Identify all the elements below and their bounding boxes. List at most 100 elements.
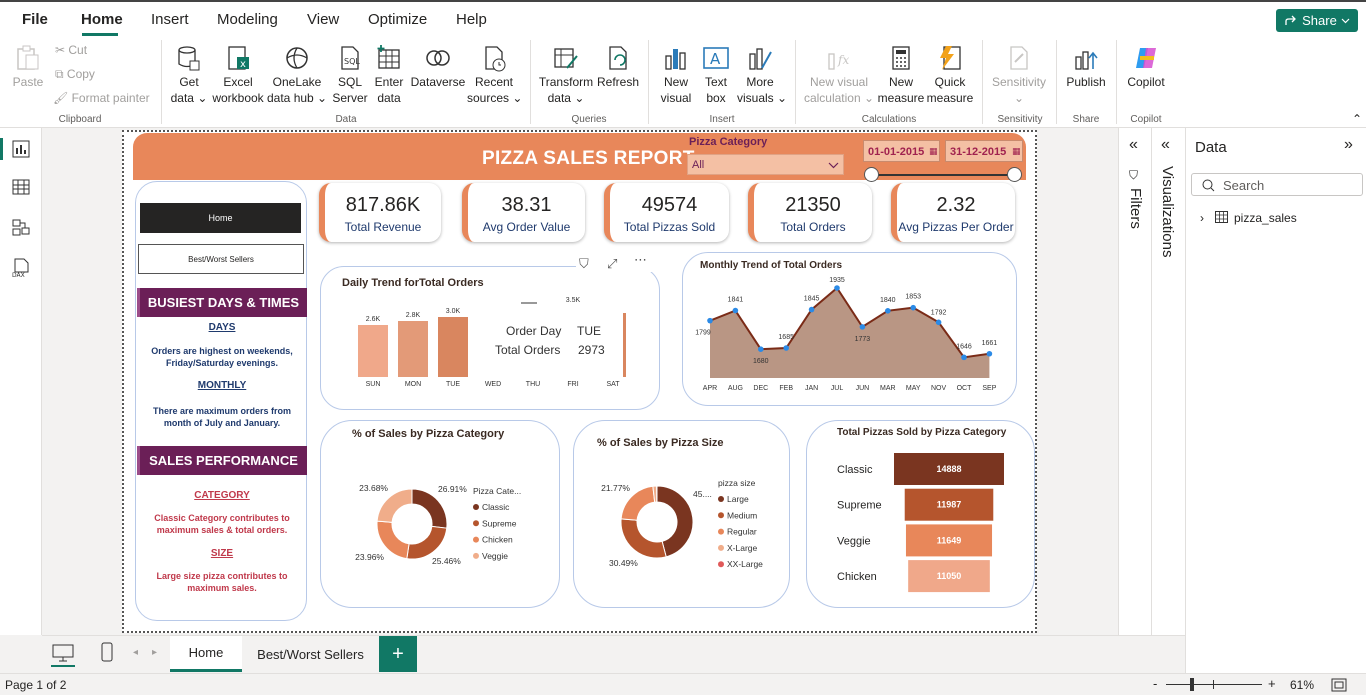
more-visuals-button[interactable]: More visuals ⌄ bbox=[737, 44, 787, 106]
more-options-icon[interactable]: ⋯ bbox=[634, 252, 647, 268]
new-visual-calculation-button[interactable]: fx New visual calculation ⌄ bbox=[803, 44, 875, 106]
kpi-value: 38.31 bbox=[501, 194, 552, 216]
expand-icon[interactable]: « bbox=[1129, 136, 1138, 154]
desktop-layout-icon[interactable] bbox=[52, 644, 74, 662]
new-visual-label-2: visual bbox=[660, 91, 692, 105]
calendar-icon[interactable]: ▦ bbox=[1012, 146, 1021, 157]
nav-home-button[interactable]: Home bbox=[140, 203, 301, 233]
enter-data-button[interactable]: Enter data bbox=[372, 44, 406, 106]
tab-best-worst-sellers[interactable]: Best/Worst Sellers bbox=[244, 636, 377, 672]
quick-measure-button[interactable]: Quick measure bbox=[926, 44, 974, 106]
excel-workbook-button[interactable]: x Excel workbook bbox=[211, 44, 265, 106]
scroll-left-icon[interactable]: ◂ bbox=[133, 647, 138, 658]
point-label: 1841 bbox=[728, 297, 744, 304]
calendar-icon[interactable]: ▦ bbox=[929, 146, 938, 157]
dataverse-button[interactable]: Dataverse bbox=[410, 44, 466, 90]
zoom-out-button[interactable]: - bbox=[1153, 676, 1157, 691]
model-view-icon[interactable] bbox=[12, 218, 30, 236]
excel-label-2: workbook bbox=[212, 91, 264, 105]
refresh-button[interactable]: Refresh bbox=[597, 44, 639, 90]
paste-button[interactable]: Paste bbox=[12, 44, 44, 90]
date-start-input[interactable]: 01-01-2015 ▦ bbox=[863, 140, 940, 162]
filter-icon[interactable]: ⛉ bbox=[579, 256, 589, 272]
data-point bbox=[808, 306, 815, 313]
menu-file[interactable]: File bbox=[22, 11, 48, 28]
bar-data-label: 2.6K bbox=[366, 316, 381, 323]
menu-optimize[interactable]: Optimize bbox=[368, 11, 427, 28]
cut-button[interactable]: ✂ Cut bbox=[55, 43, 87, 57]
mobile-layout-icon[interactable] bbox=[101, 642, 113, 662]
recent-sources-icon bbox=[485, 46, 506, 72]
x-tick-label: SAT bbox=[606, 381, 620, 388]
dax-query-view-icon[interactable]: DAX bbox=[12, 258, 30, 278]
kpi-total-pizzas-sold: 49574 Total Pizzas Sold bbox=[604, 183, 729, 242]
group-label-queries: Queries bbox=[571, 114, 607, 125]
point-label: 1935 bbox=[829, 277, 845, 284]
share-button[interactable]: Share bbox=[1276, 9, 1358, 32]
size-slice-medium bbox=[620, 518, 667, 559]
format-painter-button[interactable]: 🖌 Format painter bbox=[53, 91, 150, 105]
sql-server-button[interactable]: SQL SQL Server bbox=[331, 44, 369, 106]
sql-server-icon: SQL bbox=[341, 46, 360, 70]
new-measure-button[interactable]: New measure bbox=[877, 44, 925, 106]
legend-item: Medium bbox=[727, 510, 757, 520]
daily-trend-title: Daily Trend forTotal Orders bbox=[342, 277, 484, 289]
table-view-icon[interactable] bbox=[12, 178, 30, 196]
category-slice-classic bbox=[411, 488, 448, 529]
date-end-input[interactable]: 31-12-2015 ▦ bbox=[945, 140, 1023, 162]
copilot-button[interactable]: Copilot bbox=[1124, 44, 1168, 90]
new-visual-button[interactable]: New visual bbox=[657, 44, 695, 106]
date-range-end-handle[interactable] bbox=[1007, 167, 1022, 182]
copy-button[interactable]: ⧉ Copy bbox=[55, 67, 95, 82]
category-pie-chart: 26.91% 25.46% 23.96% 23.68% Pizza Cate... Cla… bbox=[355, 483, 521, 566]
share-label: Share bbox=[1302, 13, 1337, 28]
menu-modeling[interactable]: Modeling bbox=[217, 11, 278, 28]
sensitivity-button[interactable]: Sensitivity ⌄ bbox=[989, 44, 1049, 106]
expand-icon[interactable]: « bbox=[1161, 136, 1170, 154]
legend-item: Chicken bbox=[482, 535, 513, 545]
menu-insert[interactable]: Insert bbox=[151, 11, 189, 28]
transform-data-button[interactable]: Transform data ⌄ bbox=[537, 44, 595, 106]
recent-sources-button[interactable]: Recent sources ⌄ bbox=[467, 44, 522, 106]
onelake-button[interactable]: OneLake data hub ⌄ bbox=[267, 44, 327, 106]
pizza-category-slicer[interactable]: All bbox=[687, 154, 844, 175]
chevron-right-icon[interactable]: › bbox=[1200, 211, 1204, 225]
nav-best-worst-sellers-button[interactable]: Best/Worst Sellers bbox=[138, 244, 304, 274]
text-box-label: Text bbox=[704, 75, 727, 89]
enter-data-label: Enter bbox=[374, 75, 404, 89]
svg-text:A: A bbox=[710, 50, 721, 68]
get-data-button[interactable]: Get data ⌄ bbox=[170, 44, 208, 106]
menu-help[interactable]: Help bbox=[456, 11, 487, 28]
visual-calc-label-2: calculation bbox=[803, 91, 861, 105]
pizzas-by-category-title: Total Pizzas Sold by Pizza Category bbox=[837, 427, 1007, 438]
zoom-slider-handle[interactable] bbox=[1190, 678, 1194, 691]
collapse-icon[interactable]: » bbox=[1344, 136, 1353, 154]
collapse-ribbon-icon[interactable]: ⌃ bbox=[1352, 112, 1362, 126]
size-label: SIZE bbox=[210, 548, 234, 559]
data-point bbox=[834, 285, 840, 291]
menu-view[interactable]: View bbox=[307, 11, 339, 28]
visualizations-pane-collapsed[interactable]: « Visualizations bbox=[1151, 128, 1185, 635]
filters-pane-collapsed[interactable]: « ⛉ Filters bbox=[1118, 128, 1151, 635]
ribbon-separator bbox=[1116, 40, 1117, 124]
focus-mode-icon[interactable]: ⤢ bbox=[607, 256, 617, 272]
publish-button[interactable]: Publish bbox=[1063, 44, 1109, 90]
data-search-input[interactable]: Search bbox=[1191, 173, 1363, 196]
kpi-label: Total Orders bbox=[780, 220, 846, 234]
tab-home[interactable]: Home bbox=[170, 636, 242, 672]
data-point bbox=[783, 345, 789, 351]
funnel-category-label: Classic bbox=[837, 464, 873, 476]
menu-home[interactable]: Home bbox=[81, 11, 123, 28]
date-range-start-handle[interactable] bbox=[864, 167, 879, 182]
monthly-text: There are maximum orders from month of J… bbox=[152, 406, 292, 428]
calculator-icon bbox=[892, 46, 910, 70]
table-pizza-sales[interactable]: pizza_sales bbox=[1234, 211, 1297, 225]
add-page-button[interactable]: + bbox=[379, 636, 417, 672]
report-view-icon[interactable] bbox=[12, 140, 30, 158]
fit-to-page-icon[interactable] bbox=[1331, 678, 1347, 692]
refresh-icon bbox=[609, 46, 627, 70]
scroll-right-icon[interactable]: ▸ bbox=[152, 647, 157, 658]
category-slice-veggie bbox=[376, 488, 413, 523]
zoom-in-button[interactable]: + bbox=[1268, 676, 1276, 691]
text-box-button[interactable]: A Text box bbox=[699, 44, 733, 106]
